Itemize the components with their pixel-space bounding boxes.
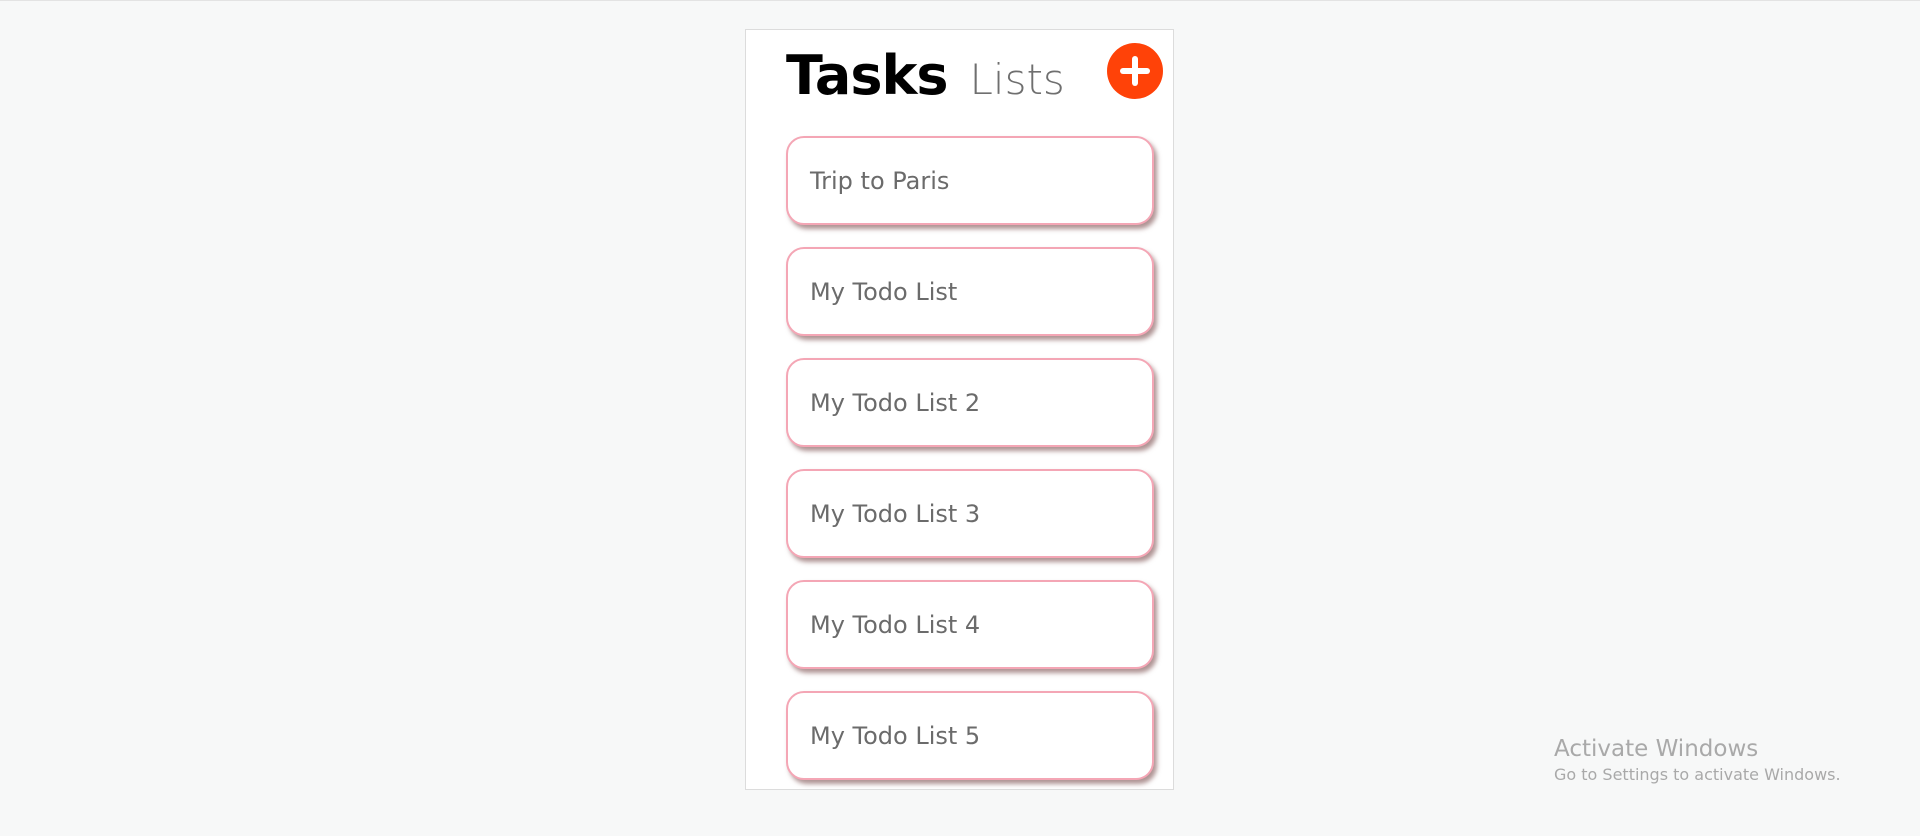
top-divider <box>0 0 1920 1</box>
list-item-label: My Todo List <box>810 277 958 306</box>
header-tabs: Tasks Lists <box>786 44 1065 114</box>
list-item-label: My Todo List 3 <box>810 499 981 528</box>
list-item[interactable]: My Todo List 2 <box>786 358 1154 447</box>
plus-icon <box>1120 56 1150 86</box>
list-item[interactable]: My Todo List 5 <box>786 691 1154 780</box>
add-list-button[interactable] <box>1107 43 1163 99</box>
list-item[interactable]: My Todo List <box>786 247 1154 336</box>
watermark-title: Activate Windows <box>1554 736 1759 762</box>
list-collection: Trip to Paris My Todo List My Todo List … <box>786 136 1156 789</box>
list-item-label: Trip to Paris <box>810 166 950 195</box>
activate-windows-watermark: Activate Windows Go to Settings to activ… <box>1554 734 1841 786</box>
tab-tasks[interactable]: Tasks <box>786 44 949 107</box>
tab-lists[interactable]: Lists <box>970 55 1065 104</box>
app-panel: Tasks Lists Trip to Paris My Todo List M… <box>745 29 1174 790</box>
list-item-label: My Todo List 4 <box>810 610 981 639</box>
watermark-subtitle: Go to Settings to activate Windows. <box>1554 765 1841 784</box>
list-item-label: My Todo List 5 <box>810 721 981 750</box>
list-item[interactable]: Trip to Paris <box>786 136 1154 225</box>
list-item[interactable]: My Todo List 4 <box>786 580 1154 669</box>
list-item-label: My Todo List 2 <box>810 388 981 417</box>
list-item[interactable]: My Todo List 3 <box>786 469 1154 558</box>
